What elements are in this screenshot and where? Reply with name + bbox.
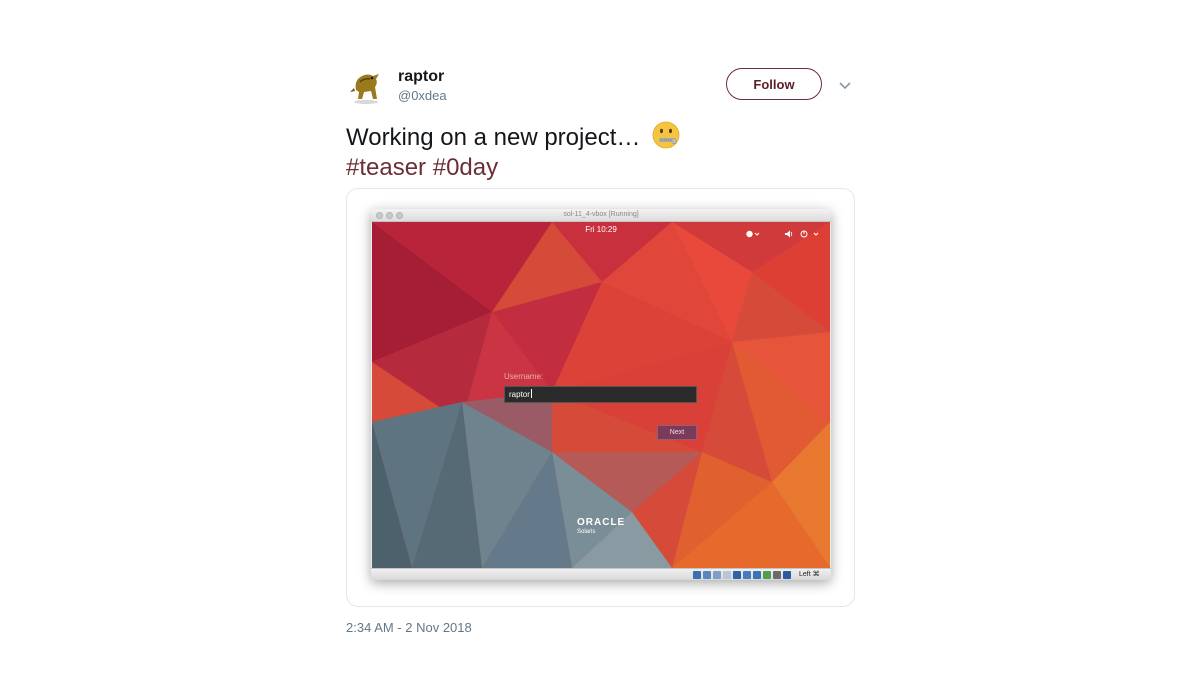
clock[interactable]: Fri 10:29 — [372, 225, 830, 234]
hashtag-teaser[interactable]: #teaser — [346, 154, 426, 181]
hashtag-0day[interactable]: #0day — [433, 154, 498, 181]
cpu-icon[interactable] — [773, 571, 781, 579]
tweet-body: Working on a new project… — [346, 124, 641, 151]
tweet-text: Working on a new project… #teaser #0day — [346, 120, 681, 183]
oracle-logo: ORACLE — [577, 517, 626, 528]
avatar[interactable] — [346, 66, 386, 106]
timestamp[interactable]: 2:34 AM - 2 Nov 2018 — [346, 620, 472, 635]
mouse-integration-icon[interactable] — [783, 571, 791, 579]
vm-statusbar: Left ⌘ — [371, 568, 831, 580]
solaris-label: Solaris — [577, 529, 596, 535]
vm-titlebar: sol-11_4-vbox [Running] — [371, 209, 831, 222]
host-key-label: Left ⌘ — [799, 571, 820, 578]
chevron-down-icon[interactable] — [838, 78, 852, 92]
username-field[interactable]: raptor — [504, 386, 697, 403]
vm-window-title: sol-11_4-vbox [Running] — [563, 211, 639, 218]
virtualbox-window: sol-11_4-vbox [Running] Fri 10:29 Userna… — [371, 209, 831, 580]
volume-icon[interactable] — [784, 225, 793, 243]
tweet: raptor @0xdea Follow Working on a new pr… — [346, 64, 856, 654]
shared-folders-icon[interactable] — [733, 571, 741, 579]
zipper-mouth-emoji-icon — [651, 120, 681, 150]
author-name[interactable]: raptor — [398, 68, 444, 86]
optical-drive-icon[interactable] — [703, 571, 711, 579]
accessibility-icon[interactable] — [746, 225, 760, 243]
power-icon[interactable] — [800, 225, 820, 243]
next-button[interactable]: Next — [657, 425, 697, 440]
video-capture-icon[interactable] — [753, 571, 761, 579]
media-card[interactable]: sol-11_4-vbox [Running] Fri 10:29 Userna… — [346, 188, 855, 607]
audio-icon[interactable] — [713, 571, 721, 579]
vm-screen[interactable]: Fri 10:29 Username: raptor Next ORACLE S… — [372, 222, 830, 568]
username-label: Username: — [504, 372, 544, 381]
author-handle[interactable]: @0xdea — [398, 88, 447, 103]
display-icon[interactable] — [743, 571, 751, 579]
usb-icon[interactable] — [723, 571, 731, 579]
follow-button[interactable]: Follow — [726, 68, 822, 100]
hard-disk-icon[interactable] — [693, 571, 701, 579]
network-icon[interactable] — [763, 571, 771, 579]
